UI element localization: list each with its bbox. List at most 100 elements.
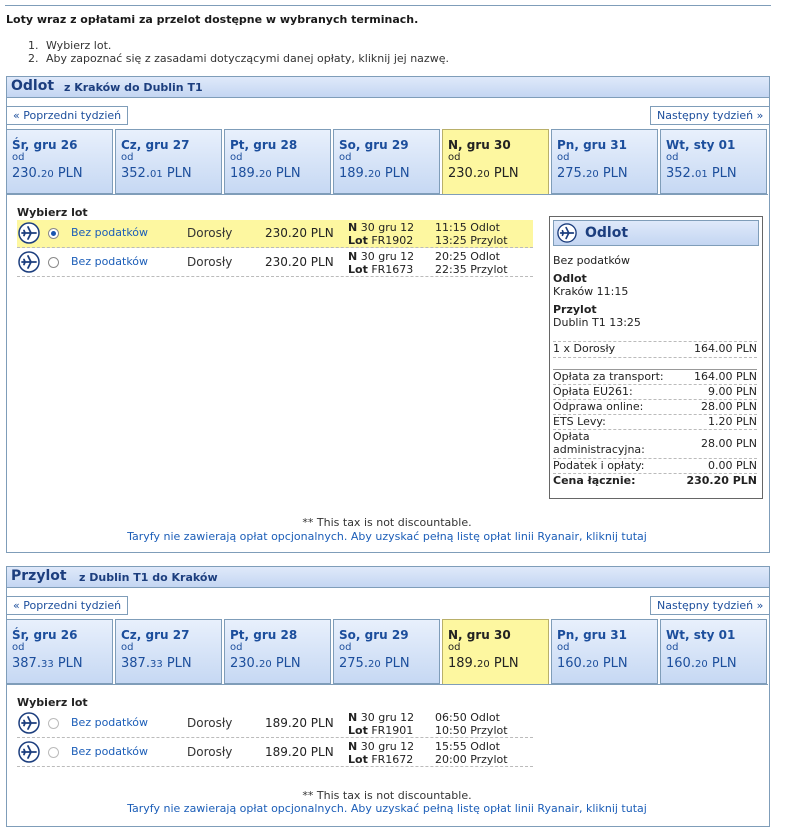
price-currency: PLN [271, 656, 301, 671]
outbound-date-tab-5[interactable]: Pn, gru 31 od 275.20 PLN [551, 129, 658, 194]
fare-type-link[interactable]: Bez podatków [71, 255, 148, 268]
from-label: od [230, 642, 243, 653]
summary-fare: Bez podatków [553, 254, 631, 267]
price-currency: PLN [598, 166, 628, 181]
price-integer: 275. [339, 656, 368, 671]
flight-date: 30 gru 12 [360, 711, 415, 724]
date-label: Śr, gru 26 [12, 138, 78, 152]
inbound-date-tab-0[interactable]: Śr, gru 26 od 387.33 PLN [6, 619, 113, 684]
date-label: N, gru 30 [448, 628, 511, 642]
row-value: 164.00 PLN [694, 370, 757, 383]
date-price: 160.20 PLN [666, 656, 737, 671]
fare-type-link[interactable]: Bez podatków [71, 716, 148, 729]
row-value: 28.00 PLN [701, 437, 757, 450]
flight-times: 20:25 Odlot 22:35 Przylot [435, 250, 508, 276]
airplane-icon [18, 222, 40, 244]
airplane-icon [18, 712, 40, 734]
flight-radio[interactable] [48, 747, 59, 758]
fare-type-link[interactable]: Bez podatków [71, 745, 148, 758]
summary-arrival-value: Dublin T1 13:25 [553, 316, 641, 329]
fare-summary-panel: Odlot Bez podatków Odlot Kraków 11:15 Pr… [549, 216, 763, 499]
top-divider [5, 5, 771, 6]
from-label: od [666, 152, 679, 163]
inbound-date-tab-selected[interactable]: N, gru 30 od 189.20 PLN [442, 619, 549, 685]
price-integer: 387. [121, 656, 150, 671]
flight-info: N 30 gru 12 Lot FR1902 [348, 221, 414, 247]
date-label: Pn, gru 31 [557, 138, 628, 152]
inbound-date-tab-2[interactable]: Pt, gru 28 od 230.20 PLN [224, 619, 331, 684]
flight-day: N [348, 250, 358, 263]
date-price: 189.20 PLN [448, 656, 519, 671]
flight-times: 11:15 Odlot 13:25 Przylot [435, 221, 508, 247]
inbound-next-week-button[interactable]: Następny tydzień » [650, 596, 771, 615]
flight-number: FR1901 [371, 724, 414, 737]
flight-radio[interactable] [48, 257, 59, 268]
row-value: 0.00 PLN [708, 459, 757, 472]
from-label: od [448, 152, 461, 163]
row-value: 28.00 PLN [701, 400, 757, 413]
price-currency: PLN [53, 656, 83, 671]
outbound-next-week-button[interactable]: Następny tydzień » [650, 106, 771, 125]
date-label: N, gru 30 [448, 138, 511, 152]
from-label: od [121, 152, 134, 163]
arrival-time: 10:50 Przylot [435, 724, 508, 737]
step-number: 1. [28, 39, 39, 52]
outbound-optional-fees-link[interactable]: Taryfy nie zawierają opłat opcjonalnych.… [6, 530, 768, 543]
flight-number: FR1672 [371, 753, 414, 766]
outbound-flight-row[interactable]: Bez podatków Dorosły 230.20 PLN N 30 gru… [17, 249, 533, 277]
outbound-date-tab-3[interactable]: So, gru 29 od 189.20 PLN [333, 129, 440, 194]
outbound-date-tab-selected[interactable]: N, gru 30 od 230.20 PLN [442, 129, 549, 195]
price-currency: PLN [53, 166, 83, 181]
date-price: 230.20 PLN [230, 656, 301, 671]
airplane-icon [18, 741, 40, 763]
flight-radio[interactable] [48, 718, 59, 729]
from-label: od [448, 642, 461, 653]
date-label: Pn, gru 31 [557, 628, 628, 642]
from-label: od [12, 152, 25, 163]
flight-price: 189.20 PLN [265, 745, 334, 759]
outbound-tax-note: ** This tax is not discountable. [302, 516, 472, 529]
flight-lot-label: Lot [348, 263, 368, 276]
outbound-prev-week-button[interactable]: « Poprzedni tydzień [6, 106, 129, 125]
date-price: 160.20 PLN [557, 656, 628, 671]
outbound-date-tab-0[interactable]: Śr, gru 26 od 230.20 PLN [6, 129, 113, 194]
inbound-flight-row[interactable]: Bez podatków Dorosły 189.20 PLN N 30 gru… [17, 739, 533, 767]
flight-day: N [348, 711, 358, 724]
date-price: 275.20 PLN [339, 656, 410, 671]
price-decimal: 20 [40, 169, 54, 180]
flight-radio-selected[interactable] [48, 228, 59, 239]
total-label: Cena łącznie: [553, 474, 636, 487]
price-currency: PLN [380, 656, 410, 671]
instruction-step: 1. Wybierz lot. [28, 39, 449, 52]
inbound-prev-week-button[interactable]: « Poprzedni tydzień [6, 596, 129, 615]
date-price: 387.33 PLN [12, 656, 83, 671]
price-integer: 230. [448, 166, 477, 181]
date-price: 275.20 PLN [557, 166, 628, 181]
date-label: Wt, sty 01 [666, 628, 736, 642]
price-decimal: 01 [694, 169, 708, 180]
departure-time: 11:15 Odlot [435, 221, 500, 234]
inbound-date-tab-5[interactable]: Pn, gru 31 od 160.20 PLN [551, 619, 658, 684]
inbound-flight-row[interactable]: Bez podatków Dorosły 189.20 PLN N 30 gru… [17, 710, 533, 738]
inbound-section-header: Przylot z Dublin T1 do Kraków [6, 566, 770, 588]
flight-price: 189.20 PLN [265, 716, 334, 730]
outbound-date-tab-6[interactable]: Wt, sty 01 od 352.01 PLN [660, 129, 767, 194]
price-decimal: 20 [585, 169, 599, 180]
price-decimal: 33 [149, 659, 163, 670]
outbound-date-tab-2[interactable]: Pt, gru 28 od 189.20 PLN [224, 129, 331, 194]
inbound-optional-fees-link[interactable]: Taryfy nie zawierają opłat opcjonalnych.… [6, 802, 768, 815]
inbound-date-tab-1[interactable]: Cz, gru 27 od 387.33 PLN [115, 619, 222, 684]
inbound-route: z Dublin T1 do Kraków [79, 571, 218, 584]
from-label: od [12, 642, 25, 653]
price-integer: 352. [121, 166, 150, 181]
passenger-type: Dorosły [187, 745, 233, 759]
price-decimal: 20 [367, 169, 381, 180]
fare-type-link[interactable]: Bez podatków [71, 226, 148, 239]
from-label: od [557, 152, 570, 163]
inbound-date-tab-3[interactable]: So, gru 29 od 275.20 PLN [333, 619, 440, 684]
outbound-date-tab-1[interactable]: Cz, gru 27 od 352.01 PLN [115, 129, 222, 194]
inbound-date-tab-6[interactable]: Wt, sty 01 od 160.20 PLN [660, 619, 767, 684]
outbound-flight-row[interactable]: Bez podatków Dorosły 230.20 PLN N 30 gru… [17, 220, 533, 248]
summary-fee-row: Opłata EU261: 9.00 PLN [553, 385, 757, 400]
row-label: Opłata administracyjna: [553, 430, 645, 456]
